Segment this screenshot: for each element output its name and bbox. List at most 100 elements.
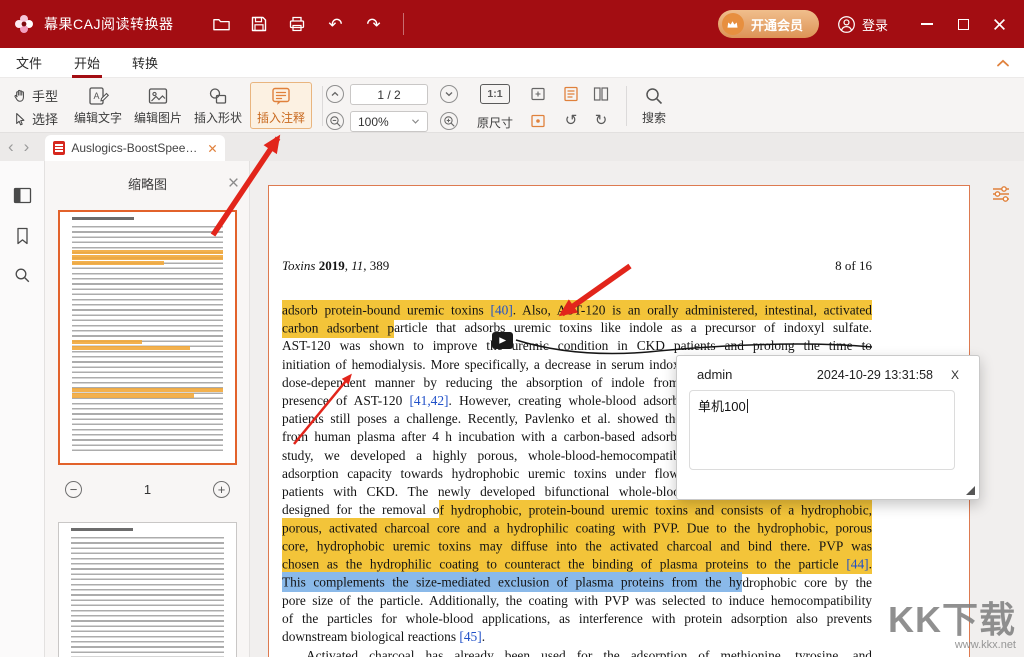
thumbnail-panel: 缩略图 − 1 +: [45, 161, 250, 657]
thumbnail-zoom-out-button[interactable]: −: [65, 481, 82, 498]
open-file-button[interactable]: [209, 12, 233, 36]
thumbnail-highlight: [72, 261, 164, 265]
insert-shape-icon: [207, 85, 229, 107]
document-tab[interactable]: Auslogics-BoostSpeed-...: [45, 135, 225, 161]
tab-scroll-right-button[interactable]: ›: [22, 133, 38, 161]
single-page-icon: [562, 85, 580, 103]
thumbnail-zoom-in-button[interactable]: +: [213, 481, 230, 498]
text-cursor: [747, 399, 748, 413]
select-tool-button[interactable]: 选择: [12, 109, 58, 128]
thumbnail-text-lines: [72, 226, 223, 451]
sidebar-icon-strip: [0, 161, 45, 657]
printer-icon: [288, 15, 306, 33]
hand-tool-button[interactable]: 手型: [12, 86, 58, 105]
thumbnail-page-number: 1: [144, 482, 151, 497]
login-label: 登录: [862, 15, 888, 34]
maximize-button[interactable]: [950, 11, 976, 37]
close-icon: [993, 18, 1006, 31]
minimize-button[interactable]: [914, 11, 940, 37]
insert-shape-button[interactable]: 插入形状: [190, 82, 246, 129]
journal-header: Toxins 2019, 11, 389: [282, 258, 389, 274]
popup-resize-handle[interactable]: [966, 486, 975, 495]
redo-button[interactable]: ↷: [361, 12, 385, 36]
insert-annotation-icon: [270, 85, 292, 107]
titlebar-separator: [403, 13, 404, 35]
save-button[interactable]: [247, 12, 271, 36]
page-thumbnail-1[interactable]: [58, 210, 237, 465]
search-panel-button[interactable]: [12, 265, 33, 286]
citation-link[interactable]: [41,42]: [409, 393, 448, 408]
actual-size-button[interactable]: 1:1: [480, 84, 510, 104]
menu-tab-home[interactable]: 开始: [58, 48, 116, 78]
fit-width-button[interactable]: [529, 112, 547, 130]
document-text-line: of the particles for whole-blood applica…: [282, 610, 872, 628]
crown-icon: [722, 13, 744, 35]
redo-icon: ↷: [366, 16, 380, 33]
rotate-left-button[interactable]: ↺: [562, 111, 580, 129]
app-window: 幕果CAJ阅读转换器 ↶ ↷ 开通会员 登录: [0, 0, 1024, 657]
citation-link[interactable]: [44]: [846, 554, 868, 574]
menu-tab-file[interactable]: 文件: [0, 48, 58, 78]
two-page-view-button[interactable]: [592, 85, 610, 103]
annotation-timestamp: 2024-10-29 13:31:58: [817, 368, 933, 382]
citation-link[interactable]: [40]: [490, 300, 512, 320]
tab-scroll-left-button[interactable]: ‹: [0, 133, 22, 161]
annotation-author: admin: [697, 367, 732, 382]
minimize-icon: [921, 23, 933, 25]
annotation-close-button[interactable]: X: [945, 366, 965, 383]
rotate-left-icon: ↺: [565, 113, 578, 128]
document-text-line: adsorb protein-bound uremic toxins [40].…: [282, 301, 872, 319]
insert-annotation-button[interactable]: 插入注释: [250, 82, 312, 129]
undo-button[interactable]: ↶: [323, 12, 347, 36]
close-icon: [228, 177, 239, 188]
chevron-up-icon: [996, 58, 1010, 68]
document-tab-label: Auslogics-BoostSpeed-...: [71, 141, 202, 155]
view-settings-button[interactable]: [990, 183, 1012, 205]
ribbon-toolbar: 手型 选择 A 编辑文字 编辑图片 插入形状 插入注释 1 / 2: [0, 78, 1024, 133]
thumbnail-panel-button[interactable]: [12, 185, 33, 206]
zoom-level-select[interactable]: 100%: [350, 111, 428, 132]
ribbon-separator: [322, 86, 323, 126]
edit-image-button[interactable]: 编辑图片: [130, 82, 186, 129]
thumbnail-panel-close-button[interactable]: [228, 177, 239, 188]
page-number-input[interactable]: 1 / 2: [350, 84, 428, 105]
login-button[interactable]: 登录: [837, 15, 888, 34]
thumbnail-pager: − 1 +: [45, 477, 250, 501]
hand-tool-label: 手型: [32, 86, 58, 105]
search-button[interactable]: 搜索: [632, 82, 676, 129]
select-tool-label: 选择: [32, 109, 58, 128]
fit-page-button[interactable]: [529, 85, 547, 103]
zoom-out-button[interactable]: [326, 112, 344, 130]
annotation-marker[interactable]: [492, 332, 513, 349]
next-page-button[interactable]: [440, 85, 458, 103]
citation-link[interactable]: [45]: [459, 629, 481, 644]
thumbnail-highlight: [72, 388, 223, 392]
title-bar: 幕果CAJ阅读转换器 ↶ ↷ 开通会员 登录: [0, 0, 1024, 48]
collapse-ribbon-button[interactable]: [996, 58, 1010, 68]
zoom-level-value: 100%: [358, 115, 389, 129]
bookmarks-panel-button[interactable]: [12, 225, 33, 246]
print-button[interactable]: [285, 12, 309, 36]
document-text-line: porous, activated charcoal core and a hy…: [282, 519, 872, 537]
tab-close-button[interactable]: [208, 144, 217, 153]
edit-text-button[interactable]: A 编辑文字: [70, 82, 126, 129]
titlebar-toolbar: ↶ ↷: [209, 12, 404, 36]
thumbnail-panel-header: 缩略图: [45, 161, 250, 205]
actual-size-label: 原尺寸: [472, 114, 518, 131]
previous-page-button[interactable]: [326, 85, 344, 103]
close-button[interactable]: [986, 11, 1012, 37]
hand-icon: [12, 88, 27, 104]
membership-label: 开通会员: [751, 15, 803, 34]
rotate-right-button[interactable]: ↻: [592, 111, 610, 129]
open-membership-button[interactable]: 开通会员: [718, 10, 819, 38]
two-page-icon: [592, 85, 610, 103]
sliders-icon: [991, 184, 1011, 204]
page-thumbnail-2[interactable]: [58, 522, 237, 657]
document-text-line: downstream biological reactions [45].: [282, 628, 872, 646]
app-title: 幕果CAJ阅读转换器: [44, 14, 173, 34]
menu-tab-convert[interactable]: 转换: [116, 48, 174, 78]
single-page-view-button[interactable]: [562, 85, 580, 103]
zoom-in-button[interactable]: [440, 112, 458, 130]
annotation-text-input[interactable]: 单机100: [689, 390, 955, 470]
user-icon: [837, 15, 856, 34]
